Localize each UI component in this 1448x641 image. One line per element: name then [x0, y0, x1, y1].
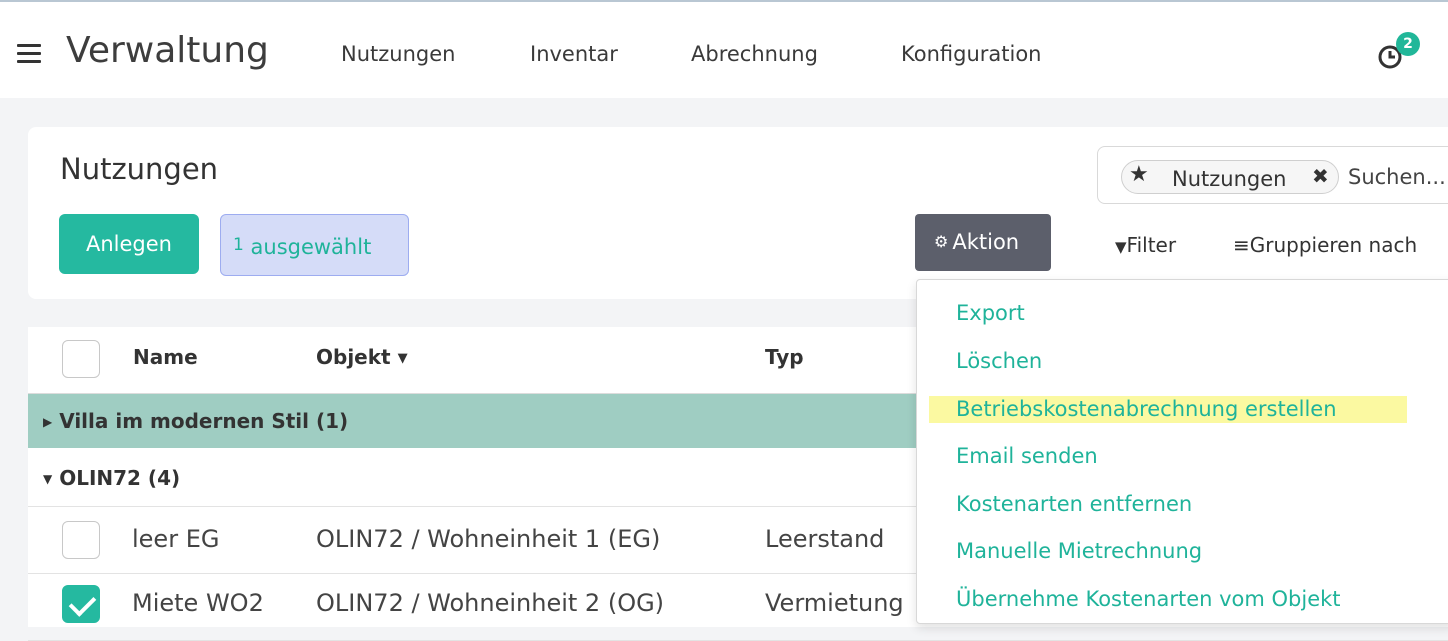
selected-count: 1 [233, 235, 244, 255]
cell-name: leer EG [132, 525, 220, 553]
caret-right-icon: ▶ [43, 415, 53, 429]
filter-icon: ▼ [1115, 238, 1127, 256]
create-button[interactable]: Anlegen [59, 214, 199, 274]
menu-item-kostenarten-entfernen[interactable]: Kostenarten entfernen [956, 492, 1192, 516]
menu-item-export[interactable]: Export [956, 301, 1025, 325]
menu-item-uebernehme-kostenarten[interactable]: Übernehme Kostenarten vom Objekt [956, 587, 1341, 611]
group-by-icon: ≡ [1233, 233, 1250, 257]
group-label: OLIN72 (4) [59, 466, 181, 490]
filter-button[interactable]: ▼Filter [1115, 233, 1176, 257]
column-header-typ[interactable]: Typ [765, 345, 804, 369]
cell-name: Miete WO2 [132, 589, 264, 617]
menu-item-betriebskostenabrechnung[interactable]: Betriebskostenabrechnung erstellen [956, 397, 1337, 421]
column-header-objekt[interactable]: Objekt ▼ [316, 345, 408, 369]
star-icon: ★ [1129, 162, 1149, 187]
menu-item-email-senden[interactable]: Email senden [956, 444, 1098, 468]
group-by-button[interactable]: ≡Gruppieren nach [1233, 233, 1417, 257]
nav-item-nutzungen[interactable]: Nutzungen [341, 42, 455, 66]
search-input[interactable] [1348, 162, 1448, 192]
column-header-name[interactable]: Name [133, 345, 198, 369]
nav-item-inventar[interactable]: Inventar [530, 42, 618, 66]
app-title[interactable]: Verwaltung [66, 30, 269, 71]
hamburger-menu-icon[interactable] [17, 44, 41, 64]
nav-item-konfiguration[interactable]: Konfiguration [901, 42, 1041, 66]
caret-down-icon: ▼ [43, 472, 53, 486]
group-by-label: Gruppieren nach [1249, 233, 1418, 257]
row-checkbox[interactable] [62, 585, 100, 623]
action-button-label: Aktion [952, 230, 1020, 254]
check-icon [68, 589, 97, 617]
menu-item-loeschen[interactable]: Löschen [956, 349, 1042, 373]
menu-item-manuelle-mietrechnung[interactable]: Manuelle Mietrechnung [956, 539, 1202, 563]
search-facet-label: Nutzungen [1172, 167, 1287, 191]
nav-item-abrechnung[interactable]: Abrechnung [691, 42, 818, 66]
gear-icon: ⚙ [934, 232, 949, 251]
page-title: Nutzungen [60, 152, 219, 186]
cell-objekt: OLIN72 / Wohneinheit 1 (EG) [316, 525, 661, 553]
cell-objekt: OLIN72 / Wohneinheit 2 (OG) [316, 589, 665, 617]
group-row-olin72[interactable]: ▼ OLIN72 (4) [43, 466, 180, 490]
row-checkbox[interactable] [62, 521, 100, 559]
column-header-objekt-label: Objekt [316, 345, 391, 369]
group-label: Villa im modernen Stil (1) [59, 409, 349, 433]
sort-caret-down-icon: ▼ [397, 351, 408, 366]
cell-typ: Leerstand [765, 525, 885, 553]
selected-label: ausgewählt [250, 235, 372, 259]
select-all-checkbox[interactable] [62, 340, 100, 378]
facet-remove-icon[interactable]: ✖ [1312, 164, 1329, 188]
selection-count-badge[interactable]: 1 ausgewählt [220, 214, 409, 276]
action-button[interactable]: ⚙ Aktion [915, 214, 1051, 271]
filter-label: Filter [1126, 233, 1177, 257]
cell-typ: Vermietung [765, 589, 904, 617]
activity-count-badge: 2 [1396, 32, 1420, 56]
group-row-villa[interactable]: ▶ Villa im modernen Stil (1) [43, 409, 348, 433]
